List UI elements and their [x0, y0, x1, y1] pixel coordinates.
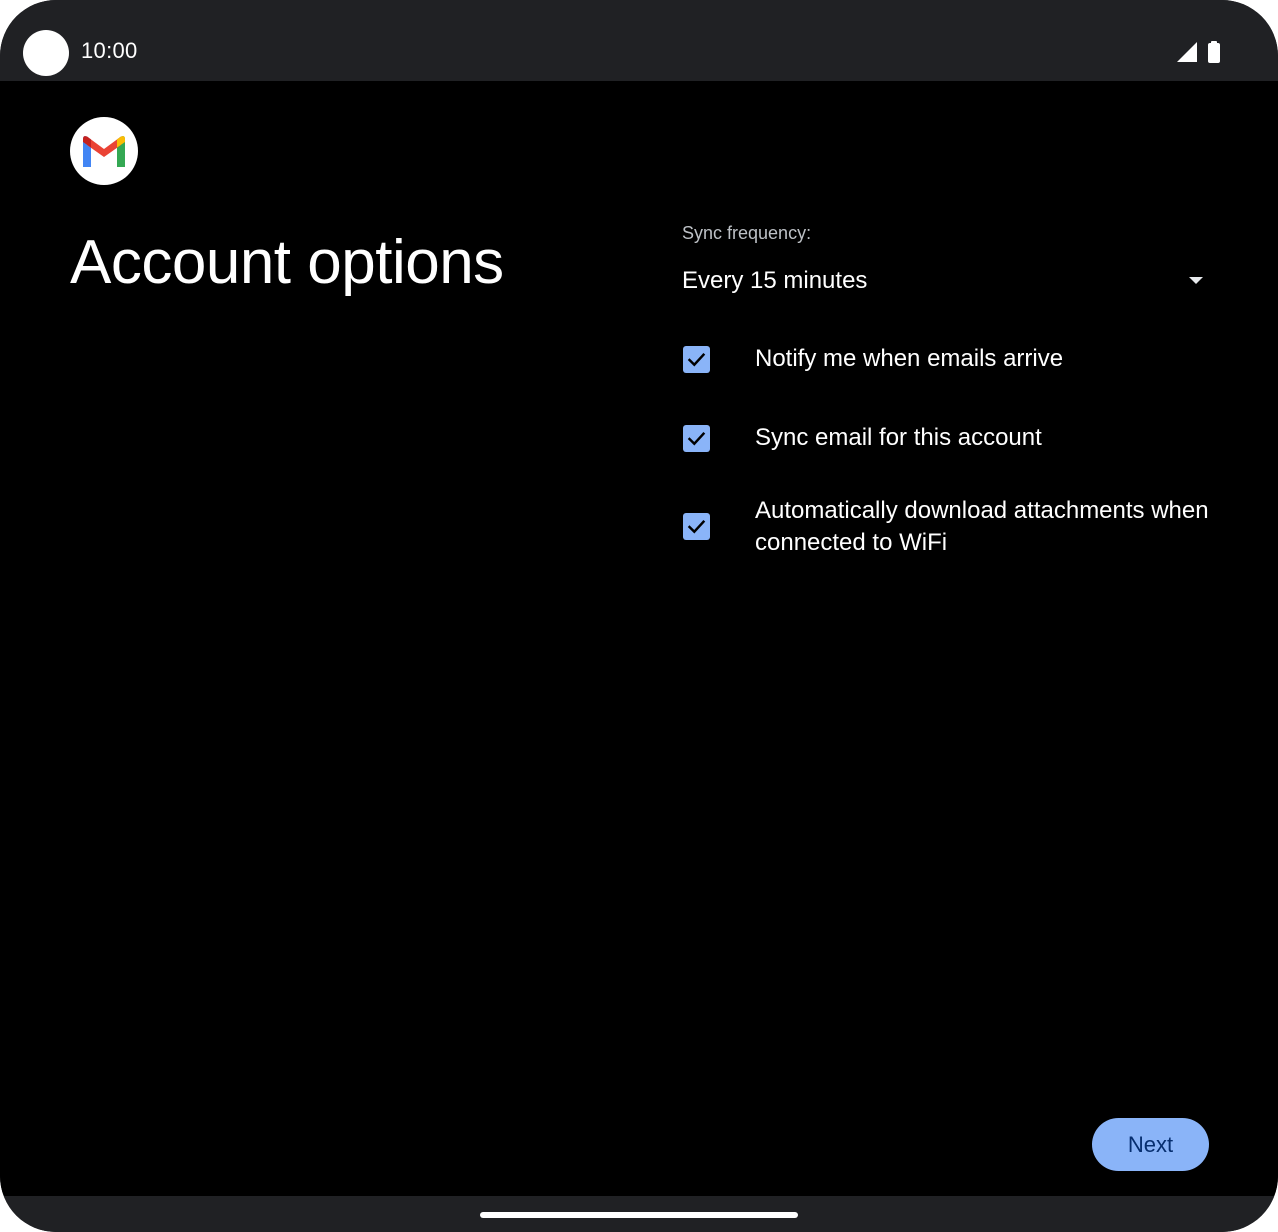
home-gesture-handle[interactable] — [480, 1212, 798, 1218]
option-notify[interactable]: Notify me when emails arrive — [682, 343, 1242, 375]
notify-label: Notify me when emails arrive — [755, 345, 1064, 372]
next-button[interactable]: Next — [1092, 1118, 1209, 1171]
sync-frequency-dropdown[interactable]: Every 15 minutes — [682, 263, 1207, 303]
status-bar: 10:00 — [0, 0, 1278, 81]
dropdown-arrow-icon — [1189, 277, 1203, 284]
page-title: Account options — [70, 228, 504, 297]
sync-frequency-value: Every 15 minutes — [682, 267, 868, 294]
sync-email-checkbox[interactable] — [683, 425, 710, 452]
notify-checkbox[interactable] — [683, 346, 710, 373]
app-screen: Account options Sync frequency: Every 15… — [0, 81, 1278, 1196]
camera-cutout — [23, 30, 69, 76]
sync-frequency-label: Sync frequency: — [682, 223, 812, 243]
option-auto-download[interactable]: Automatically download attachments when … — [682, 495, 1242, 559]
status-time: 10:00 — [81, 38, 138, 63]
gmail-logo-icon — [70, 117, 138, 185]
device-frame: 10:00 Account options Sync frequency: Ev… — [0, 0, 1278, 1232]
check-icon — [687, 431, 706, 446]
check-icon — [687, 519, 706, 534]
sync-email-label: Sync email for this account — [755, 424, 1042, 451]
auto-download-checkbox[interactable] — [683, 513, 710, 540]
navigation-bar — [0, 1196, 1278, 1232]
check-icon — [687, 352, 706, 367]
auto-download-label: Automatically download attachments when … — [755, 497, 1209, 556]
battery-icon — [1208, 41, 1220, 63]
option-sync-email[interactable]: Sync email for this account — [682, 422, 1242, 454]
signal-icon — [1177, 42, 1197, 62]
